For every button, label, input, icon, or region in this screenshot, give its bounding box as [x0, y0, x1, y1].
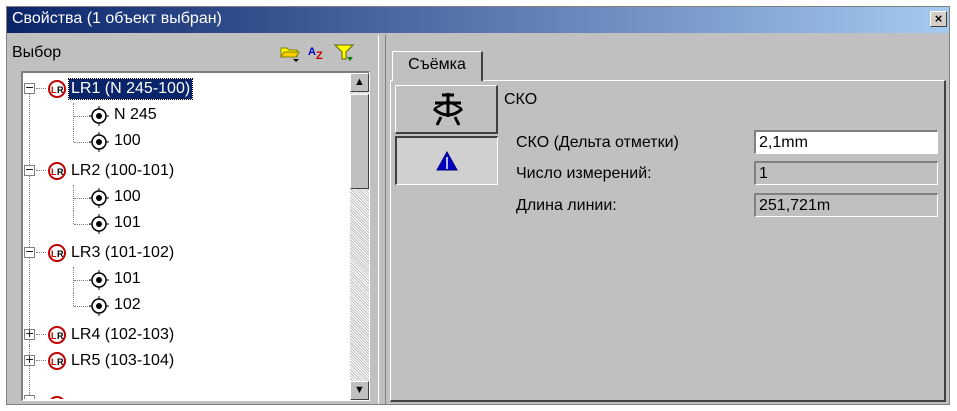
tree-child-label[interactable]: 101: [112, 269, 143, 289]
pane-splitter[interactable]: [378, 35, 386, 404]
tree-child-label[interactable]: 102: [112, 295, 143, 315]
tree-item-label[interactable]: LR5 (103-104): [69, 351, 176, 371]
expand-toggle[interactable]: [24, 395, 35, 399]
tree-scrollbar[interactable]: ▲ ▼: [350, 73, 369, 400]
selection-label: Выбор: [12, 44, 62, 61]
tree-child-point[interactable]: 100: [23, 185, 343, 211]
title-bar[interactable]: Свойства (1 объект выбран) ×: [7, 7, 949, 33]
tree-connector: [36, 334, 46, 335]
level-run-icon: LR: [47, 79, 67, 99]
line-length-field: 251,721m: [754, 193, 938, 217]
section-title: СКО: [504, 91, 538, 108]
accuracy-button[interactable]: [395, 136, 498, 185]
svg-text:Z: Z: [316, 50, 323, 62]
target-point-icon: [89, 270, 109, 290]
svg-text:R: R: [57, 331, 64, 341]
triangle-icon: [436, 150, 458, 176]
measurements-count-field: 1: [754, 161, 938, 185]
tree-child-label[interactable]: 100: [112, 187, 143, 207]
tree-item-label[interactable]: LR1 (N 245-100): [67, 78, 194, 100]
target-point-icon: [89, 296, 109, 316]
svg-text:R: R: [57, 85, 64, 95]
svg-text:A: A: [308, 46, 316, 58]
tree-child-point[interactable]: N 245: [23, 103, 343, 129]
tree-connector: [73, 293, 74, 306]
collapse-toggle[interactable]: −: [24, 164, 35, 176]
tree-child-point[interactable]: 102: [23, 293, 343, 319]
tree-connector: [74, 306, 90, 307]
sort-az-icon[interactable]: A Z: [307, 42, 329, 62]
filter-icon[interactable]: [333, 42, 355, 62]
tree-connector: [36, 252, 46, 253]
line-length-label: Длина линии:: [516, 197, 617, 214]
svg-text:R: R: [57, 167, 64, 177]
level-run-icon: LR: [47, 325, 67, 345]
expand-toggle[interactable]: +: [24, 354, 35, 366]
tree-connector: [36, 170, 46, 171]
level-run-icon: LR: [47, 351, 67, 371]
sextant-button[interactable]: [395, 85, 498, 134]
level-run-icon: LR: [47, 243, 67, 263]
tree-connector: [36, 360, 46, 361]
close-icon: ×: [934, 11, 943, 26]
properties-panel: Съёмка СКО СКО (Дельта отметки) 2,1mm Чи…: [388, 35, 948, 404]
tree-item-partial[interactable]: [23, 375, 343, 399]
target-point-icon: [89, 106, 109, 126]
tree-connector: [36, 88, 46, 89]
collapse-toggle[interactable]: −: [24, 246, 35, 258]
tree-item-lr2[interactable]: − LR LR2 (100-101): [23, 159, 343, 185]
tree-item-lr4[interactable]: + LR LR4 (102-103): [23, 323, 343, 349]
object-tree[interactable]: − LR LR1 (N 245-100) N 245 100 − L R LR2…: [21, 71, 370, 401]
scroll-thumb[interactable]: [350, 94, 369, 189]
tree-child-point[interactable]: 100: [23, 129, 343, 155]
svg-text:R: R: [57, 249, 64, 259]
tree-child-label[interactable]: 101: [112, 213, 143, 233]
tab-label: Съёмка: [408, 56, 466, 73]
target-point-icon: [89, 132, 109, 152]
properties-window: Свойства (1 объект выбран) × Выбор A Z −…: [6, 6, 950, 405]
tree-item-lr3[interactable]: − LR LR3 (101-102): [23, 241, 343, 267]
rmse-field[interactable]: 2,1mm: [754, 130, 938, 154]
tree-connector: [73, 211, 74, 224]
tree-connector: [74, 224, 90, 225]
tree-child-label[interactable]: N 245: [112, 105, 159, 125]
selection-panel: Выбор A Z − L R LR1 (N 245-100) N 245 10…: [7, 35, 378, 404]
measurements-count-label: Число измерений:: [516, 165, 652, 182]
window-title: Свойства (1 объект выбран): [12, 10, 222, 27]
sextant-icon: [431, 91, 465, 132]
level-run-icon: LR: [47, 161, 67, 181]
tree-item-label[interactable]: LR3 (101-102): [69, 243, 176, 263]
selection-header: Выбор A Z: [11, 39, 374, 67]
tree-connector: [73, 129, 74, 142]
tree-item-label[interactable]: LR2 (100-101): [69, 161, 176, 181]
tree-child-point[interactable]: 101: [23, 267, 343, 293]
tree-item-lr5[interactable]: + LR LR5 (103-104): [23, 349, 343, 375]
tab-content: СКО СКО (Дельта отметки) 2,1mm Число изм…: [390, 80, 946, 402]
target-point-icon: [89, 188, 109, 208]
tree-child-point[interactable]: 101: [23, 211, 343, 237]
arrow-up-icon: ▲: [354, 76, 365, 88]
scroll-down-button[interactable]: ▼: [350, 381, 369, 400]
tab-survey[interactable]: Съёмка: [392, 51, 483, 81]
close-button[interactable]: ×: [930, 11, 947, 27]
svg-text:R: R: [57, 357, 64, 367]
tree-item-label[interactable]: LR4 (102-103): [69, 325, 176, 345]
rmse-label: СКО (Дельта отметки): [516, 134, 679, 151]
scroll-up-button[interactable]: ▲: [350, 73, 369, 92]
expand-toggle[interactable]: +: [24, 328, 35, 340]
tree-connector: [74, 198, 90, 199]
tree-child-label[interactable]: 100: [112, 131, 143, 151]
target-point-icon: [89, 214, 109, 234]
level-run-icon: [47, 395, 67, 399]
tree-connector: [74, 280, 90, 281]
tree-connector: [74, 142, 90, 143]
folder-icon[interactable]: [279, 42, 301, 62]
collapse-toggle[interactable]: −: [24, 82, 35, 94]
tree-connector: [74, 116, 90, 117]
tree-item-lr1[interactable]: − LR LR1 (N 245-100): [23, 77, 343, 103]
arrow-down-icon: ▼: [354, 384, 365, 396]
